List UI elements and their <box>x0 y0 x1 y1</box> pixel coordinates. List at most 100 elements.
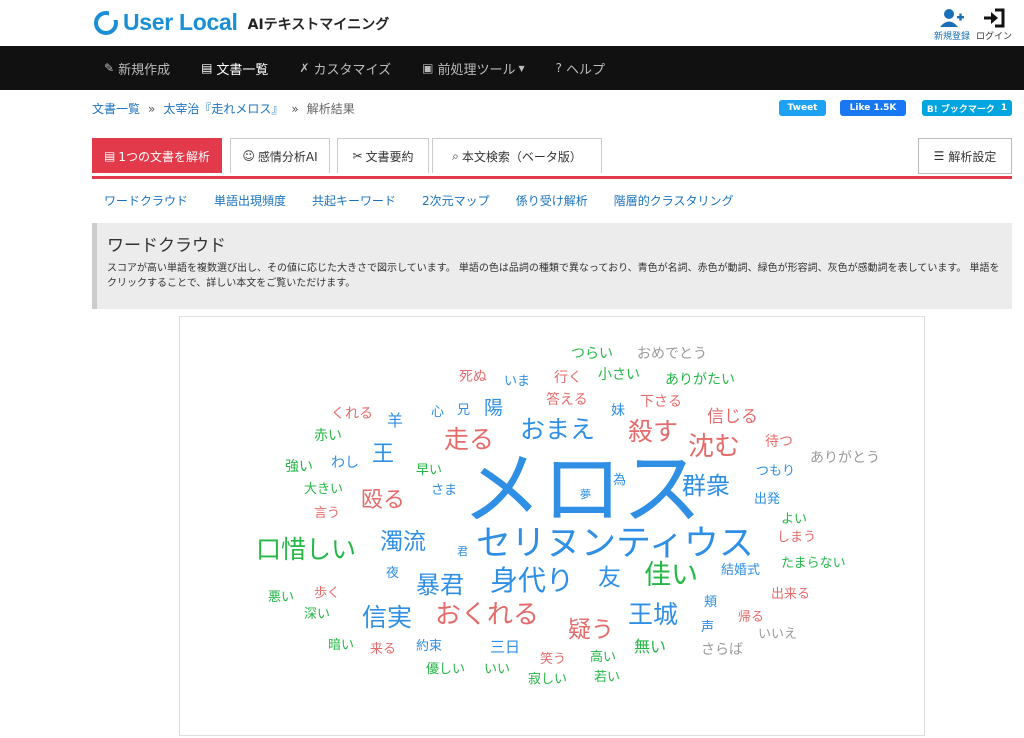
tab-summary[interactable]: ✂ 文書要約 <box>337 138 429 173</box>
wordcloud-word[interactable]: 行く <box>554 371 582 385</box>
wordcloud-word[interactable]: 死ぬ <box>459 370 487 384</box>
wordcloud-word[interactable]: 約束 <box>416 640 442 653</box>
wordcloud-word[interactable]: 信じる <box>707 409 758 426</box>
subnav-frequency[interactable]: 単語出現頻度 <box>214 192 286 209</box>
wordcloud-word[interactable]: 深い <box>304 608 330 621</box>
subnav-cooccurrence[interactable]: 共起キーワード <box>312 192 396 209</box>
wordcloud-word[interactable]: おまえ <box>520 417 595 442</box>
wordcloud-word[interactable]: 王城 <box>628 602 678 627</box>
wordcloud-word[interactable]: わし <box>331 456 359 470</box>
analysis-settings-button[interactable]: ☰ 解析設定 <box>918 138 1012 174</box>
wordcloud-word[interactable]: 高い <box>590 651 616 664</box>
wordcloud-word[interactable]: つらい <box>571 347 613 361</box>
wordcloud-word[interactable]: 身代り <box>490 567 574 595</box>
wordcloud-word[interactable]: 走る <box>444 427 494 452</box>
wordcloud-word[interactable]: いいえ <box>758 628 797 641</box>
wordcloud-word[interactable]: 夜 <box>386 567 399 580</box>
wordcloud-word[interactable]: 出発 <box>754 493 780 506</box>
wordcloud-word[interactable]: 疑う <box>568 619 614 642</box>
tweet-button[interactable]: Tweet <box>779 100 826 116</box>
nav-documents[interactable]: ▤ 文書一覧 <box>201 59 268 78</box>
register-button[interactable]: 新規登録 <box>934 8 970 42</box>
wordcloud-word[interactable]: ありがたい <box>665 373 735 387</box>
login-icon <box>984 8 1005 28</box>
login-button[interactable]: ログイン <box>976 8 1012 42</box>
breadcrumb-documents[interactable]: 文書一覧 <box>92 102 140 116</box>
wordcloud-word[interactable]: おくれる <box>435 602 539 628</box>
wordcloud-word[interactable]: 強い <box>285 460 313 474</box>
wordcloud-word[interactable]: 群衆 <box>682 474 730 498</box>
subnav-clustering[interactable]: 階層的クラスタリング <box>614 192 734 209</box>
wordcloud-word[interactable]: 兄 <box>457 404 470 417</box>
wordcloud-word[interactable]: 殴る <box>361 490 405 512</box>
subnav-2d-map[interactable]: 2次元マップ <box>422 192 490 209</box>
wordcloud-word[interactable]: いま <box>504 375 530 388</box>
breadcrumb-document[interactable]: 太宰治『走れメロス』 <box>163 102 283 116</box>
wordcloud-word[interactable]: しまう <box>777 531 816 544</box>
register-label: 新規登録 <box>934 32 971 42</box>
wordcloud-word[interactable]: 心 <box>431 406 444 419</box>
wordcloud-word[interactable]: 言う <box>314 507 340 520</box>
wordcloud-word[interactable]: 優しい <box>426 663 465 676</box>
wordcloud-word[interactable]: さま <box>431 484 457 497</box>
wordcloud-word[interactable]: 結婚式 <box>721 564 760 577</box>
wordcloud-word[interactable]: たまらない <box>781 557 846 570</box>
wordcloud-word[interactable]: 帰る <box>738 611 764 624</box>
wordcloud-word[interactable]: いい <box>484 663 510 676</box>
wordcloud-word[interactable]: 答える <box>546 393 588 407</box>
wordcloud-word[interactable]: よい <box>781 513 807 526</box>
wordcloud-word[interactable]: 歩く <box>314 587 340 600</box>
hatena-bookmark-button[interactable]: B! ブックマーク 1 <box>922 100 1012 116</box>
wordcloud-word[interactable]: 三日 <box>490 640 520 655</box>
subnav-wordcloud[interactable]: ワードクラウド <box>104 192 188 209</box>
nav-preprocess[interactable]: ▣ 前処理ツール ▼ <box>422 59 525 78</box>
wordcloud-word[interactable]: セリヌンティウス <box>476 527 754 562</box>
wordcloud-word[interactable]: 来る <box>370 643 396 656</box>
wordcloud-word[interactable]: 佳い <box>644 562 698 589</box>
wordcloud-word[interactable]: さらば <box>701 643 743 657</box>
wordcloud-word[interactable]: 為 <box>613 474 626 487</box>
wordcloud-word[interactable]: ありがとう <box>810 451 880 465</box>
wordcloud-word[interactable]: 羊 <box>387 413 403 429</box>
wordcloud-word[interactable]: 下さる <box>640 395 682 409</box>
wordcloud-word[interactable]: 出来る <box>771 588 810 601</box>
main-nav: ✎ 新規作成 ▤ 文書一覧 ✗ カスタマイズ ▣ 前処理ツール ▼ ? ヘルプ <box>0 46 1024 90</box>
wordcloud-word[interactable]: 大きい <box>304 483 343 496</box>
facebook-like-button[interactable]: Like 1.5K <box>840 100 906 116</box>
nav-customize[interactable]: ✗ カスタマイズ <box>299 59 391 78</box>
wordcloud-word[interactable]: 陽 <box>484 399 503 418</box>
subnav-dependency[interactable]: 係り受け解析 <box>516 192 588 209</box>
wordcloud-word[interactable]: 小さい <box>598 368 640 382</box>
wordcloud-word[interactable]: 無い <box>634 639 666 655</box>
wordcloud-word[interactable]: 信実 <box>362 605 412 630</box>
wordcloud-word[interactable]: 沈む <box>688 434 740 460</box>
wordcloud-word[interactable]: 笑う <box>540 653 566 666</box>
wordcloud-word[interactable]: 悪い <box>268 591 294 604</box>
wordcloud-word[interactable]: つもり <box>756 465 795 478</box>
wordcloud-word[interactable]: 妹 <box>611 404 625 418</box>
wordcloud-word[interactable]: 友 <box>598 567 621 590</box>
tab-single-document[interactable]: ▤ 1つの文書を解析 <box>92 138 222 173</box>
wordcloud-word[interactable]: 待つ <box>765 435 793 449</box>
nav-help[interactable]: ? ヘルプ <box>556 59 605 78</box>
wordcloud-word[interactable]: くれる <box>331 407 373 421</box>
wordcloud-word[interactable]: 濁流 <box>380 531 426 554</box>
wordcloud-word[interactable]: 声 <box>701 621 714 634</box>
wordcloud-word[interactable]: 頬 <box>704 596 717 609</box>
wordcloud-word[interactable]: 王 <box>372 444 394 466</box>
wordcloud-word[interactable]: 暴君 <box>416 573 464 597</box>
wordcloud-word[interactable]: 暗い <box>328 639 354 652</box>
user-local-logo[interactable]: User Local AIテキストマイニング <box>94 9 389 36</box>
tab-text-search[interactable]: ⌕ 本文検索（ベータ版） <box>432 138 602 173</box>
nav-new[interactable]: ✎ 新規作成 <box>104 59 170 78</box>
wordcloud-word[interactable]: 君 <box>457 546 468 557</box>
wordcloud-word[interactable]: 口惜しい <box>256 537 356 562</box>
wordcloud-word[interactable]: 若い <box>594 671 620 684</box>
wordcloud-word[interactable]: 夢 <box>580 489 591 500</box>
wordcloud-word[interactable]: 殺す <box>628 419 678 444</box>
tab-sentiment-ai[interactable]: ☺ 感情分析AI <box>230 138 330 173</box>
wordcloud-word[interactable]: おめでとう <box>637 347 707 361</box>
wordcloud-word[interactable]: 寂しい <box>528 673 567 686</box>
wordcloud-word[interactable]: 赤い <box>314 429 342 443</box>
wordcloud-word[interactable]: 早い <box>416 464 442 477</box>
